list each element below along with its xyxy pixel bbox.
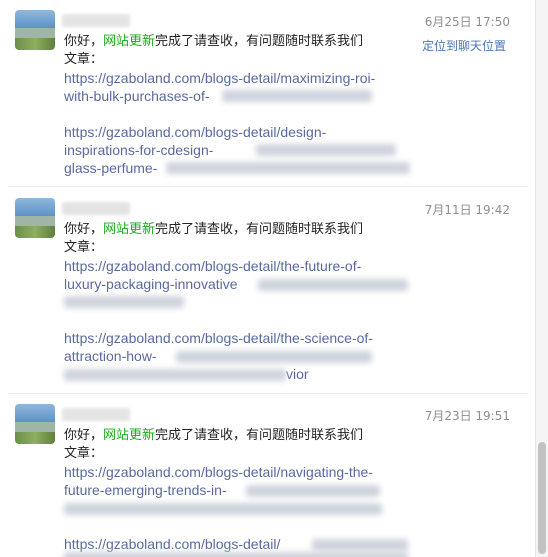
sender-name-redacted (62, 202, 130, 215)
chat-history-panel: 6月25日 17:50 定位到聊天位置 你好，网站更新完成了请查收，有问题随时联… (0, 0, 548, 557)
redacted-text (64, 369, 286, 381)
brand-name: 网站更新 (103, 222, 156, 237)
redacted-text (256, 144, 396, 156)
scrollbar-thumb[interactable] (538, 442, 546, 554)
message-time: 6月25日 17:50 (424, 15, 510, 29)
redacted-text (64, 503, 382, 515)
divider (8, 393, 528, 394)
greeting-prefix: 你好， (64, 34, 104, 49)
article-label: 文章： (64, 240, 104, 255)
redacted-text (64, 296, 184, 308)
greeting-prefix: 你好， (64, 222, 104, 237)
message-time: 7月11日 19:42 (424, 203, 510, 217)
greeting-suffix: 完成了请查收，有问题随时联系我们 (155, 222, 364, 237)
greeting-line: 你好，网站更新完成了请查收，有问题随时联系我们 (64, 427, 363, 445)
redacted-text (176, 351, 372, 363)
divider (8, 186, 528, 187)
locate-in-chat-link[interactable]: 定位到聊天位置 (422, 37, 506, 54)
article-label: 文章： (64, 446, 104, 461)
redacted-text (222, 90, 372, 102)
sender-name-redacted (62, 408, 130, 421)
redacted-text (258, 279, 408, 291)
article-label: 文章： (64, 52, 104, 67)
redacted-text (246, 485, 380, 497)
message-time: 7月23日 19:51 (424, 409, 510, 423)
avatar[interactable] (15, 10, 55, 50)
greeting-suffix: 完成了请查收，有问题随时联系我们 (155, 428, 364, 443)
brand-name: 网站更新 (103, 34, 156, 49)
avatar[interactable] (15, 198, 55, 238)
link-line: https://gzaboland.com/blogs-detail/the-f… (64, 258, 362, 274)
avatar[interactable] (15, 404, 55, 444)
greeting-prefix: 你好， (64, 428, 104, 443)
brand-name: 网站更新 (103, 428, 156, 443)
link-line: https://gzaboland.com/blogs-detail/the-s… (64, 330, 373, 346)
greeting-suffix: 完成了请查收，有问题随时联系我们 (155, 34, 364, 49)
link-line: https://gzaboland.com/blogs-detail/navig… (64, 464, 373, 480)
greeting-line: 你好，网站更新完成了请查收，有问题随时联系我们 (64, 221, 363, 239)
link-line: https://gzaboland.com/blogs-detail/desig… (64, 124, 327, 140)
link-line: https://gzaboland.com/blogs-detail/maxim… (64, 70, 376, 86)
redacted-text (64, 552, 408, 557)
sender-name-redacted (62, 14, 130, 27)
greeting-line: 你好，网站更新完成了请查收，有问题随时联系我们 (64, 33, 363, 51)
redacted-text (166, 162, 410, 174)
scrollbar-track[interactable] (535, 0, 548, 557)
redacted-text (312, 539, 408, 551)
